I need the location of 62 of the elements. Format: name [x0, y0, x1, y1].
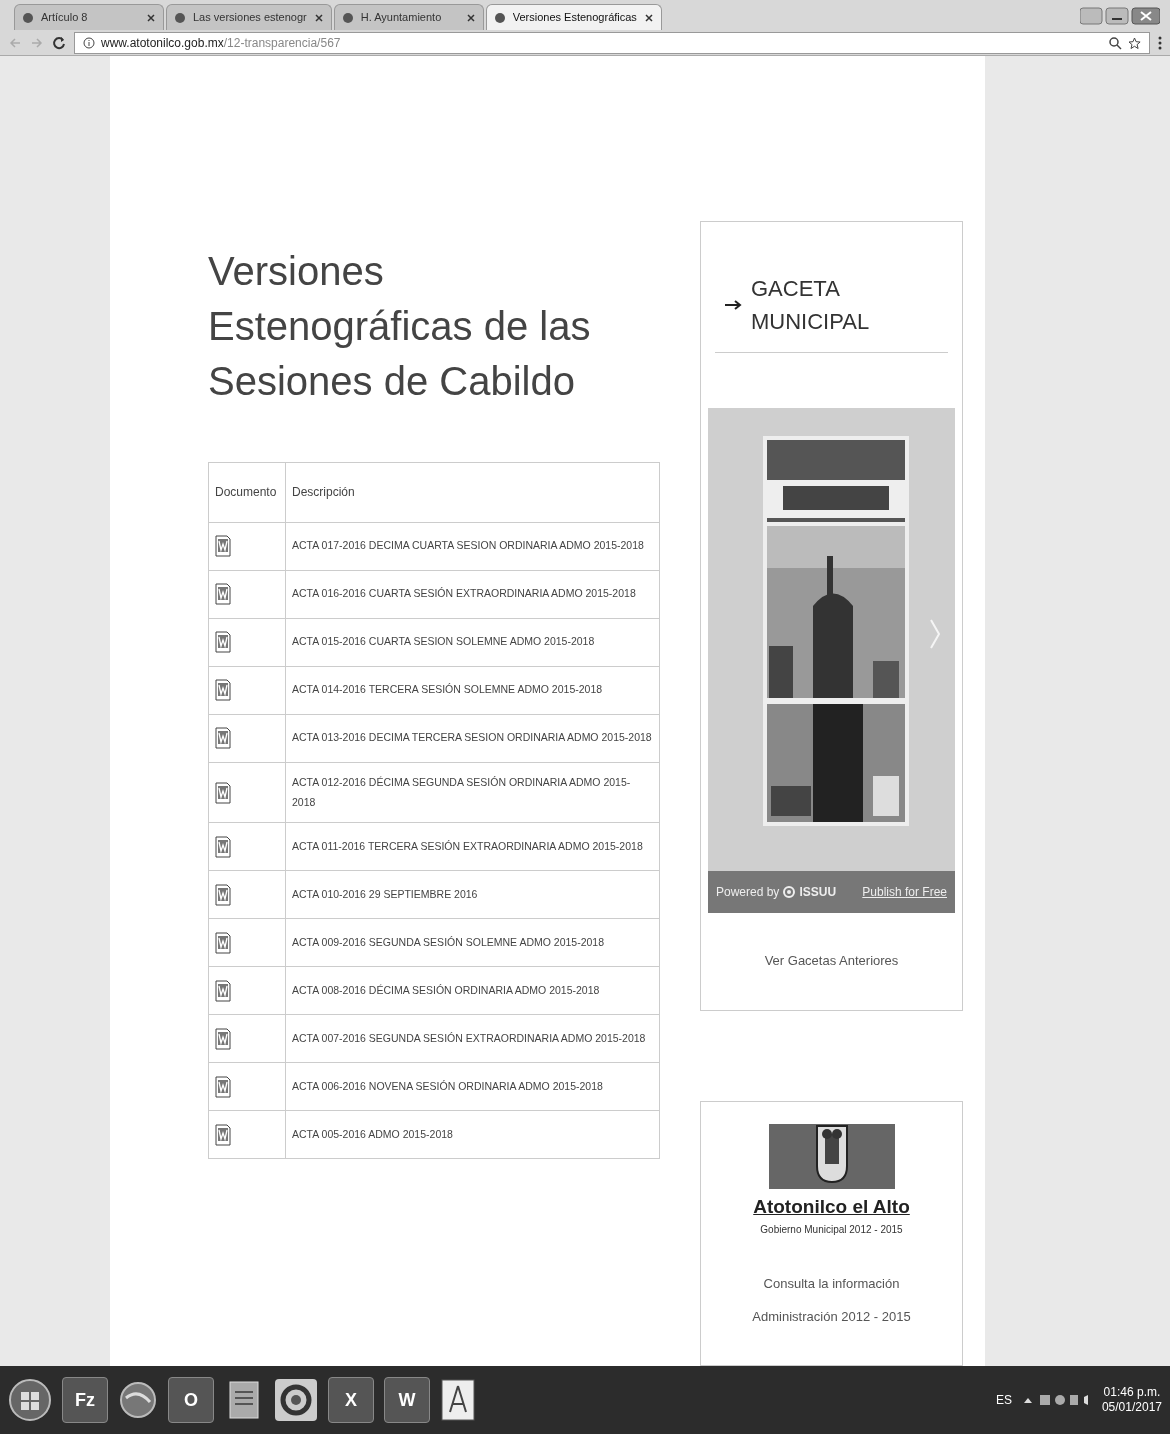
- clock-time: 01:46 p.m.: [1102, 1385, 1162, 1400]
- logo-name: Atotonilco el Alto: [752, 1195, 911, 1219]
- address-bar[interactable]: www.atotonilco.gob.mx/12-transparencia/567: [74, 32, 1150, 54]
- logo-subtitle: Gobierno Municipal 2012 - 2015: [759, 1222, 904, 1237]
- table-cell: ACTA 007-2016 SEGUNDA SESIÓN EXTRAORDINARIA ADMO 2015-2018: [285, 1014, 660, 1063]
- brand-name: ISSUU: [799, 884, 837, 901]
- star-icon[interactable]: [1128, 36, 1141, 50]
- table-cell: ACTA 013-2016 DECIMA TERCERA SESION ORDINARIA ADMO 2015-2018: [285, 714, 660, 763]
- table-cell: ACTA 006-2016 NOVENA SESIÓN ORDINARIA ADMO 2015-2018: [285, 1062, 660, 1111]
- url-text: www.atotonilco.gob.mx/12-transparencia/567: [101, 35, 342, 52]
- info-text: Administración 2012 - 2015: [751, 1308, 912, 1327]
- language-indicator[interactable]: ES: [995, 1391, 1012, 1409]
- app-icon[interactable]: O: [168, 1377, 214, 1423]
- favicon-icon: [23, 12, 33, 23]
- globe-icon[interactable]: [118, 1380, 158, 1420]
- app-icon[interactable]: Fz: [62, 1377, 108, 1423]
- clock-date: 05/01/2017: [1101, 1400, 1162, 1415]
- table-cell: ACTA 012-2016 DÉCIMA SEGUNDA SESIÓN ORDINARIA ADMO 2015-2018: [285, 762, 660, 823]
- app-icon[interactable]: W: [384, 1377, 430, 1423]
- info-icon: [83, 37, 95, 49]
- tab-title: Versiones Estenográficas: [512, 10, 637, 26]
- tab-title: Artículo 8: [41, 10, 89, 26]
- page-title: Versiones Estenográficas de las Sesiones de Cabildo: [208, 248, 592, 406]
- favicon-icon: [494, 12, 505, 23]
- table-cell: ACTA 009-2016 SEGUNDA SESIÓN SOLEMNE ADMO 2015-2018: [285, 918, 660, 967]
- start-icon[interactable]: [8, 1378, 52, 1422]
- close-icon[interactable]: [644, 13, 653, 22]
- menu-icon[interactable]: [1158, 36, 1162, 50]
- table-cell: ACTA 017-2016 DECIMA CUARTA SESION ORDINARIA ADMO 2015-2018: [285, 522, 660, 571]
- table-cell: ACTA 010-2016 29 SEPTIEMBRE 2016: [285, 870, 660, 919]
- table-cell: ACTA 008-2016 DÉCIMA SESIÓN ORDINARIA ADMO 2015-2018: [285, 966, 660, 1015]
- close-icon[interactable]: [314, 13, 323, 22]
- browser-tab[interactable]: H. Ayuntamiento: [333, 4, 484, 30]
- column-header: Descripción: [285, 462, 660, 523]
- tab-title: H. Ayuntamiento: [360, 10, 443, 26]
- reload-icon[interactable]: [52, 36, 66, 50]
- publish-link[interactable]: Publish for Free: [862, 883, 947, 901]
- previous-issues-link[interactable]: Ver Gacetas Anteriores: [701, 913, 962, 1029]
- ring-icon[interactable]: [274, 1378, 318, 1422]
- table-cell: ACTA 016-2016 CUARTA SESIÓN EXTRAORDINARIA ADMO 2015-2018: [285, 570, 660, 619]
- browser-tab[interactable]: Artículo 8: [14, 4, 164, 30]
- powered-by-label: Powered by: [716, 884, 780, 901]
- tab-title: Las versiones estenogr: [193, 10, 307, 26]
- card-heading: GACETA MUNICIPAL: [751, 275, 871, 336]
- table-cell: ACTA 015-2016 CUARTA SESION SOLEMNE ADMO 2015-2018: [285, 618, 660, 667]
- browser-tab[interactable]: Las versiones estenogr: [166, 4, 332, 30]
- document-icon[interactable]: [440, 1378, 476, 1422]
- table-cell: ACTA 005-2016 ADMO 2015-2018: [285, 1110, 660, 1159]
- brand-logo-icon: [783, 886, 796, 898]
- close-icon[interactable]: [466, 13, 475, 22]
- zoom-icon[interactable]: [1109, 36, 1122, 50]
- app-icon[interactable]: X: [328, 1377, 374, 1423]
- table-cell: ACTA 014-2016 TERCERA SESIÓN SOLEMNE ADMO 2015-2018: [285, 666, 660, 715]
- info-text: Consulta la información: [762, 1274, 901, 1293]
- table-cell: ACTA 011-2016 TERCERA SESIÓN EXTRAORDINARIA ADMO 2015-2018: [285, 822, 660, 871]
- browser-tab[interactable]: Versiones Estenográficas: [485, 4, 662, 30]
- crest-icon: [814, 1124, 849, 1184]
- arrow-icon: [725, 300, 743, 310]
- close-icon[interactable]: [147, 13, 155, 22]
- favicon-icon: [175, 12, 185, 23]
- column-header: Documento: [208, 462, 286, 523]
- favicon-icon: [342, 12, 353, 23]
